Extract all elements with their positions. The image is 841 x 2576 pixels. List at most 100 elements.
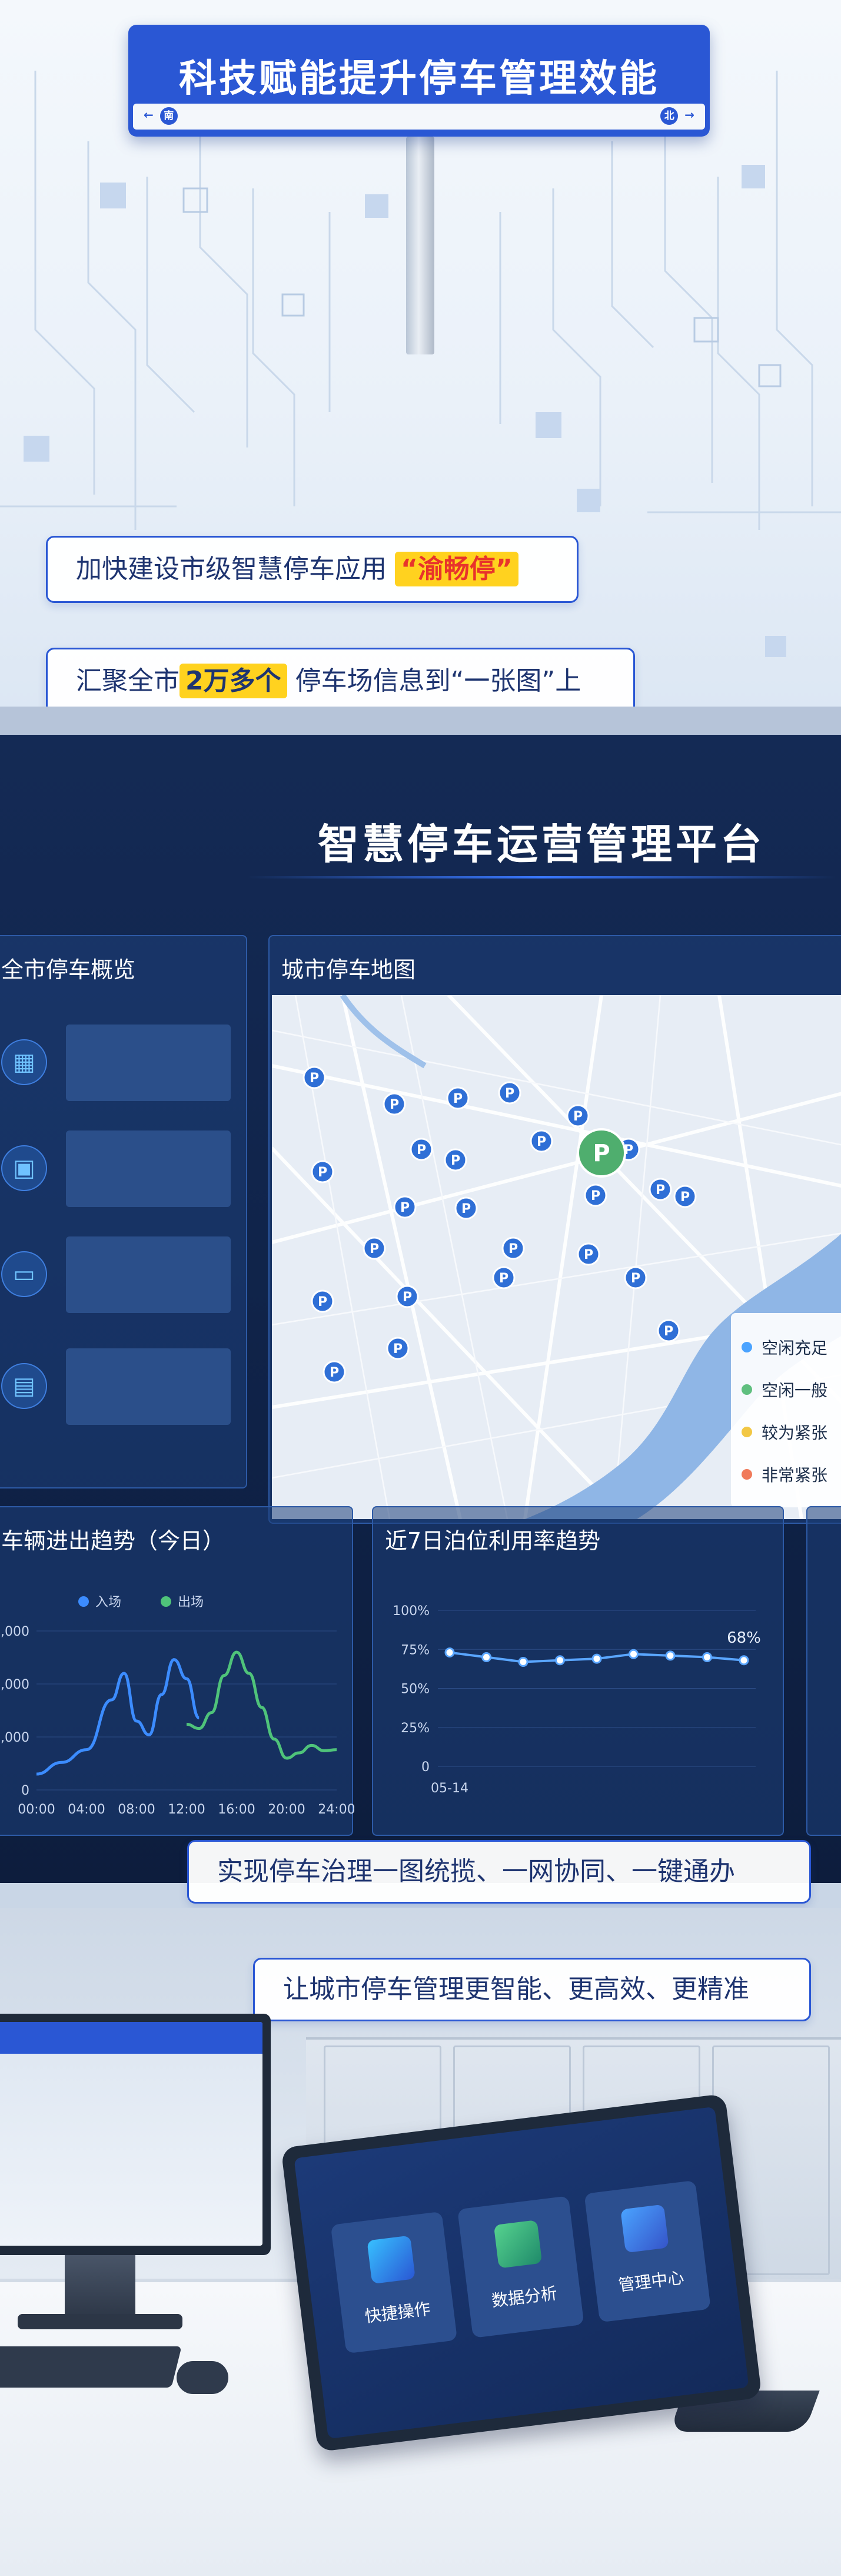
util-point [665, 1650, 676, 1661]
parking-marker: P [624, 1266, 647, 1289]
parking-marker: P [410, 1138, 433, 1161]
parking-marker-label: P [680, 1190, 690, 1205]
legend-label: 空闲充足 [762, 1338, 828, 1358]
slogan-smart-text: 让城市停车管理更智能、更高效、更精准 [283, 1974, 749, 2004]
parking-marker: P [311, 1289, 334, 1313]
traffic-x-tick: 04:00 [68, 1802, 105, 1817]
tile-data-analysis[interactable]: 数据分析 [457, 2196, 584, 2338]
util-y-tick: 50% [401, 1682, 430, 1697]
overview-item[interactable]: ▦ [1, 1025, 242, 1101]
traffic-series-line [186, 1650, 337, 1760]
slogan-governance-text: 实现停车治理一图统揽、一网协同、一键通办 [217, 1856, 735, 1887]
tile-label: 快捷操作 [364, 2299, 432, 2326]
util-y-tick: 0 [421, 1760, 430, 1775]
overview-box [66, 1236, 231, 1313]
direction-bar: ← 南 北 → [133, 104, 705, 130]
map-panel: 城市停车地图 PPPPPPPPPPPPPPPPPPPPPPPPPP 空闲充足 空… [268, 935, 841, 1524]
parking-marker-label: P [664, 1324, 673, 1339]
parking-marker-label: P [390, 1098, 399, 1112]
slogan-app-highlight: “渝畅停” [395, 552, 518, 586]
parking-marker-label: P [573, 1109, 583, 1124]
parking-marker: P [584, 1183, 607, 1207]
overview-box [66, 1130, 231, 1207]
legend-item: 空闲充足 [742, 1326, 841, 1368]
parking-marker-label: P [400, 1201, 410, 1215]
traffic-panel: 车辆进出趋势（今日） 05,00010,00015,00000:0004:000… [0, 1506, 354, 1836]
overview-item[interactable]: ▤ [1, 1348, 242, 1425]
parking-marker: P [311, 1160, 334, 1183]
traffic-chart: 0 5,000 10,000 15,000 00:00 04:00 08:00 12:00 16… [0, 1595, 354, 1817]
arrow-right-icon: → [684, 108, 694, 122]
parking-marker: P [446, 1086, 470, 1110]
util-last-value: 68% [727, 1629, 761, 1647]
overview-item[interactable]: ▣ [1, 1130, 242, 1207]
parking-marker-label: P [499, 1271, 508, 1286]
parking-marker: P [395, 1285, 419, 1308]
parking-marker: P [501, 1236, 525, 1260]
legend-label: 较为紧张 [762, 1423, 828, 1443]
direction-south: ← 南 [144, 107, 180, 125]
traffic-x-tick: 08:00 [118, 1802, 155, 1817]
slogan-map: 汇聚全市 2万多个 停车场信息到“一张图”上 [46, 648, 635, 715]
traffic-x-tick: 00:00 [18, 1802, 55, 1817]
parking-marker-main: P [577, 1128, 626, 1178]
dashboard-title: 智慧停车运营管理平台 [318, 820, 765, 868]
mouse [177, 2361, 228, 2394]
parking-marker-label: P [330, 1365, 339, 1380]
util-point [739, 1655, 749, 1666]
map-title: 城市停车地图 [281, 957, 416, 983]
title-sign: 科技赋能提升停车管理效能 ← 南 北 → [128, 25, 710, 137]
dashboard-screen: 智慧停车运营管理平台 全市停车概览 ▦ ▣ ▭ ▤ 城市停车地图 P P P P… [0, 735, 841, 1883]
traffic-y-tick: 10,000 [0, 1677, 29, 1692]
parking-marker-label: P [451, 1153, 460, 1168]
network-icon [620, 2204, 669, 2253]
traffic-legend-label: 出场 [178, 1595, 204, 1610]
legend-dot [742, 1384, 752, 1395]
tablet: 快捷操作 数据分析 管理中心 [281, 2093, 762, 2452]
parking-marker-label: P [318, 1295, 327, 1309]
overview-panel: 全市停车概览 ▦ ▣ ▭ ▤ [0, 935, 247, 1488]
parking-marker-label: P [508, 1242, 518, 1256]
traffic-y-tick: 0 [21, 1783, 29, 1798]
util-y-tick: 100% [393, 1604, 430, 1619]
parking-marker-main-label: P [593, 1140, 610, 1167]
south-badge: 南 [159, 107, 178, 125]
parking-marker-label: P [591, 1189, 600, 1204]
parking-marker: P [454, 1196, 478, 1220]
parking-marker: P [492, 1266, 516, 1289]
parking-marker: P [363, 1236, 386, 1260]
parking-marker-label: P [310, 1071, 319, 1086]
parking-marker: P [577, 1242, 600, 1266]
page-title: 科技赋能提升停车管理效能 [179, 57, 659, 101]
monitor-screen [0, 2022, 262, 2246]
tablet-screen: 快捷操作 数据分析 管理中心 [294, 2106, 749, 2439]
parking-marker: P [393, 1195, 417, 1219]
lightning-icon [367, 2235, 415, 2285]
desktop-monitor [0, 2014, 271, 2255]
parking-marker-label: P [370, 1242, 379, 1256]
parking-marker: P [386, 1337, 410, 1360]
grid-icon: ▦ [1, 1039, 47, 1085]
overview-item[interactable]: ▭ [1, 1236, 242, 1313]
tile-management-center[interactable]: 管理中心 [584, 2180, 711, 2323]
utilization-panel: 近7日泊位利用率趋势 0 25% 50% 75% 100% 05-14 68% [372, 1506, 784, 1836]
screen-frame: 智慧停车运营管理平台 全市停车概览 ▦ ▣ ▭ ▤ 城市停车地图 P P P P… [0, 707, 841, 1908]
overview-box [66, 1348, 231, 1425]
slogan-map-prefix: 汇聚全市 [76, 666, 179, 696]
tile-quick-actions[interactable]: 快捷操作 [330, 2211, 458, 2354]
utilization-chart: 0 25% 50% 75% 100% 05-14 68% [393, 1604, 761, 1796]
parking-marker: P [530, 1129, 553, 1153]
traffic-y-tick: 15,000 [0, 1624, 29, 1639]
legend-item: 非常紧张 [742, 1453, 841, 1496]
parking-marker-label: P [417, 1143, 426, 1158]
parking-marker-label: P [505, 1086, 514, 1101]
parking-marker-label: P [453, 1092, 463, 1106]
city-map[interactable]: PPPPPPPPPPPPPPPPPPPPPPPPPP 空闲充足 空闲一般 较为紧… [272, 995, 841, 1519]
overview-box [66, 1025, 231, 1101]
slogan-smart: 让城市停车管理更智能、更高效、更精准 [253, 1958, 811, 2021]
parking-marker: P [323, 1360, 346, 1384]
tile-label: 管理中心 [617, 2267, 686, 2295]
legend-item: 较为紧张 [742, 1411, 841, 1453]
util-point [629, 1649, 639, 1659]
parking-marker: P [566, 1104, 590, 1128]
